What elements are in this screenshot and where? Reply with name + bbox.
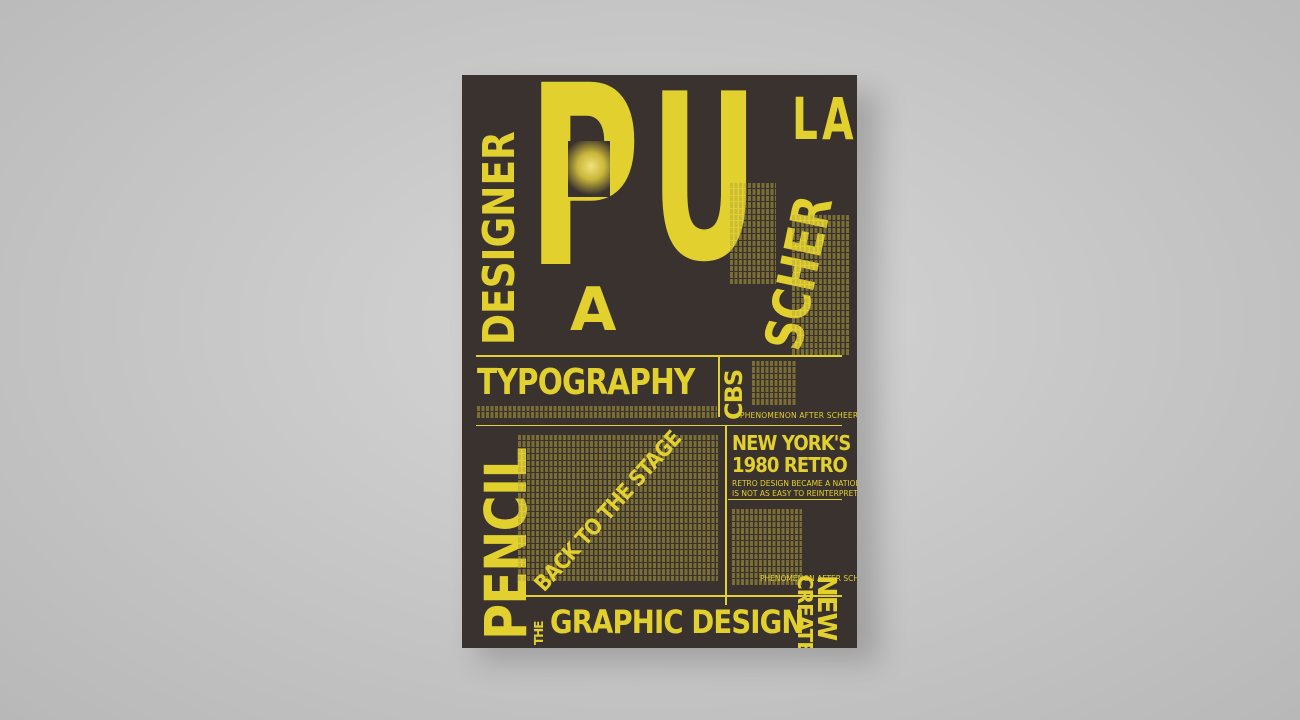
new-heading: NEW	[811, 575, 841, 641]
body-text-column-2	[792, 215, 850, 375]
portrait-photo	[568, 141, 610, 197]
rule-retro	[728, 499, 842, 500]
body-text-typography	[477, 406, 717, 422]
rule-middle	[476, 425, 842, 426]
typography-heading: TYPOGRAPHY	[477, 362, 695, 403]
rule-upper	[476, 355, 842, 357]
new-york-retro-heading: NEW YORK'S 1980 RETRO	[732, 431, 851, 477]
phenomenon-caption-1: PHENOMENON AFTER SCHEER DESIGN	[740, 411, 857, 420]
retro-subheading: RETRO DESIGN BECAME A NATIONAL IT IS NOT…	[732, 479, 857, 498]
body-text-cbs	[752, 361, 796, 407]
body-text-column-1	[730, 183, 776, 301]
designer-heading: DESIGNER	[474, 131, 525, 345]
rule-lower	[520, 595, 842, 597]
the-label: THE	[532, 621, 546, 645]
phenomenon-caption-2: PHENOMENON AFTER SCHEER DESIGN	[760, 574, 857, 583]
poster: P U A LA DESIGNER SCHER TYPOGRAPHY CBS P…	[462, 75, 857, 648]
letters-la: LA	[792, 85, 857, 153]
graphic-design-heading: GRAPHIC DESIGN	[550, 603, 804, 641]
big-letter-a: A	[570, 275, 617, 345]
rule-vertical-right	[725, 425, 727, 605]
